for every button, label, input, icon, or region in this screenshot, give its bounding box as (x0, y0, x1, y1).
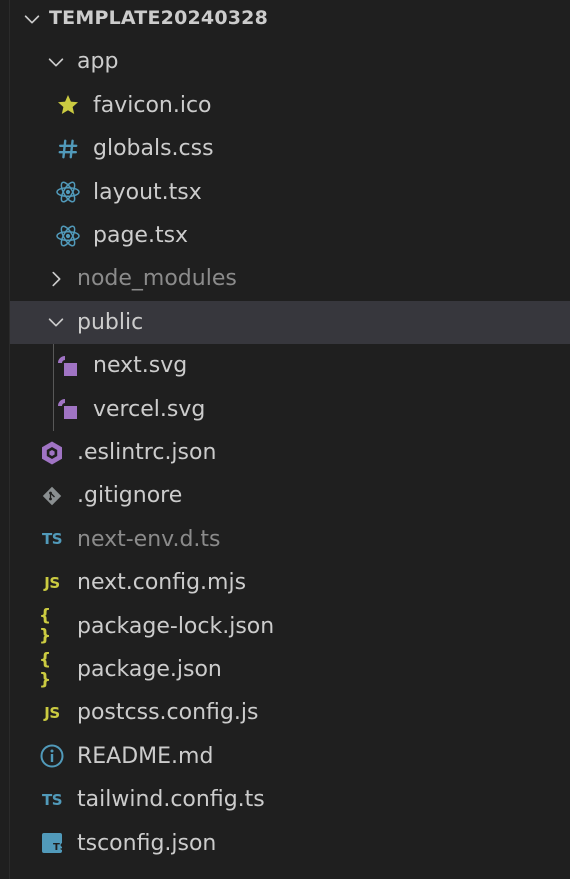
tree-file-readme-md[interactable]: README.md (10, 735, 570, 778)
tree-file-next-svg[interactable]: next.svg (10, 344, 570, 387)
folder-label: node_modules (77, 266, 237, 292)
ts-icon: TS (41, 530, 63, 549)
hash-icon (55, 136, 81, 162)
react-icon (55, 223, 81, 249)
chevron-down-icon[interactable] (44, 310, 68, 334)
chevron-down-icon[interactable] (20, 7, 44, 31)
tree-folder-public[interactable]: public (10, 300, 570, 344)
file-label: .gitignore (77, 483, 183, 509)
tree-file-postcss-config-js[interactable]: JS postcss.config.js (10, 691, 570, 734)
file-label: README.md (77, 743, 214, 769)
star-icon (55, 92, 81, 118)
svg-icon (55, 353, 81, 379)
tree-file-tsconfig-json[interactable]: TS tsconfig.json (10, 822, 570, 865)
chevron-down-icon[interactable] (44, 50, 68, 74)
file-label: globals.css (93, 136, 214, 162)
tree-file-eslintrc-json[interactable]: .eslintrc.json (10, 431, 570, 474)
svg-icon (55, 396, 81, 422)
file-label: next.config.mjs (77, 570, 247, 596)
js-icon: JS (44, 703, 60, 722)
tree-file-package-json[interactable]: { } package.json (10, 648, 570, 691)
tree-folder-app[interactable]: app (10, 40, 570, 83)
file-label: favicon.ico (93, 92, 212, 118)
tsconfig-icon: TS (39, 830, 65, 856)
folder-label: public (77, 309, 144, 335)
tree-file-tailwind-config-ts[interactable]: TS tailwind.config.ts (10, 778, 570, 821)
file-label: postcss.config.js (77, 700, 259, 726)
file-label: package.json (77, 657, 222, 682)
tree-file-package-lock-json[interactable]: { } package-lock.json (10, 605, 570, 648)
file-label: vercel.svg (93, 396, 206, 422)
folder-label: app (77, 49, 119, 75)
tree-file-gitignore[interactable]: .gitignore (10, 474, 570, 517)
tree-file-next-env-d-ts[interactable]: TS next-env.d.ts (10, 518, 570, 561)
tree-file-favicon-ico[interactable]: favicon.ico (10, 84, 570, 127)
json-icon: { } (39, 606, 53, 647)
tree-file-vercel-svg[interactable]: vercel.svg (10, 388, 570, 431)
file-label: .eslintrc.json (77, 440, 217, 465)
file-label: package-lock.json (77, 613, 275, 639)
chevron-right-icon[interactable] (44, 267, 68, 291)
tree-file-globals-css[interactable]: globals.css (10, 127, 570, 170)
svg-text:TS: TS (53, 842, 64, 853)
tree-file-page-tsx[interactable]: page.tsx (10, 214, 570, 257)
js-icon: JS (44, 573, 60, 592)
file-label: page.tsx (93, 223, 189, 248)
eslint-icon (39, 440, 65, 466)
git-icon (39, 483, 65, 509)
ts-icon: TS (41, 790, 63, 809)
file-label: tsconfig.json (77, 830, 217, 856)
indent-guide (53, 344, 54, 431)
root-folder-label: TEMPLATE20240328 (49, 7, 269, 29)
info-icon (39, 743, 65, 769)
file-label: next.svg (93, 353, 188, 379)
explorer-root-folder[interactable]: TEMPLATE20240328 (10, 0, 570, 40)
tree-folder-node-modules[interactable]: node_modules (10, 257, 570, 300)
json-icon: { } (39, 649, 53, 690)
react-icon (55, 179, 81, 205)
tree-file-layout-tsx[interactable]: layout.tsx (10, 171, 570, 214)
file-label: layout.tsx (93, 179, 202, 205)
file-explorer: TEMPLATE20240328 app favicon.ico globals.cs… (0, 0, 570, 879)
file-label: next-env.d.ts (77, 526, 221, 552)
tree-file-next-config-mjs[interactable]: JS next.config.mjs (10, 561, 570, 604)
file-label: tailwind.config.ts (77, 787, 265, 813)
